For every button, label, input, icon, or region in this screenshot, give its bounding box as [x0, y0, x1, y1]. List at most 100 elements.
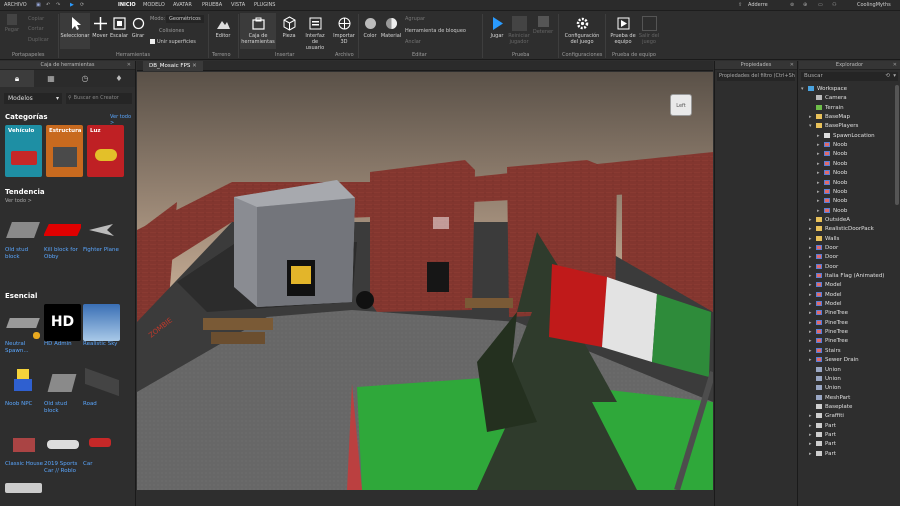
help-icon[interactable]: ⊚ — [790, 2, 794, 8]
essential-item-spawn[interactable] — [5, 304, 42, 341]
trending-see-all[interactable]: Ver todo > — [5, 198, 32, 204]
essential-item-realistic-sky[interactable] — [83, 304, 120, 341]
explorer-item[interactable]: Camera — [801, 94, 847, 103]
explorer-item[interactable]: ▸ RealisticDoorPack — [801, 225, 874, 234]
chevron-right-icon[interactable]: ▸ — [809, 431, 816, 440]
chevron-right-icon[interactable]: ▸ — [817, 160, 824, 169]
explorer-item[interactable]: ▸ Noob — [801, 188, 847, 197]
explorer-item[interactable]: ▸ SpawnLocation — [801, 132, 875, 141]
explorer-search[interactable]: Buscar ⟲ ▾ — [801, 72, 898, 81]
essential-label[interactable]: Neutral Spawn... — [5, 341, 43, 355]
chat-icon[interactable]: ▭ — [818, 2, 823, 8]
lock-tool-button[interactable]: Herramienta de bloqueo — [405, 28, 466, 34]
explorer-item[interactable]: ▸ Noob — [801, 179, 847, 188]
join-surfaces-toggle[interactable]: Unir superficies — [150, 39, 196, 45]
reset-player-button[interactable]: Reiniciar jugador — [508, 16, 530, 45]
undo-icon[interactable]: ↶ — [46, 2, 50, 8]
essential-label[interactable]: Classic House — [5, 461, 43, 468]
essential-label[interactable]: HD Admin — [44, 341, 82, 348]
material-button[interactable]: Material — [380, 16, 402, 39]
chevron-right-icon[interactable]: ▸ — [817, 197, 824, 206]
chevron-right-icon[interactable]: ▸ — [809, 328, 816, 337]
explorer-item[interactable]: ▸ PineTree — [801, 319, 848, 328]
explorer-item[interactable]: Union — [801, 384, 841, 393]
recent-tab[interactable]: ◷ — [68, 70, 102, 87]
scale-tool-button[interactable]: Escalar — [110, 16, 128, 39]
share-icon[interactable]: ⇪ — [738, 2, 742, 8]
chevron-right-icon[interactable]: ▸ — [809, 235, 816, 244]
close-icon[interactable]: ✕ — [790, 61, 794, 70]
chevron-down-icon[interactable]: ▾ — [801, 85, 808, 94]
chevron-right-icon[interactable]: ▸ — [817, 141, 824, 150]
chevron-right-icon[interactable]: ▸ — [809, 272, 816, 281]
explorer-item[interactable]: Union — [801, 366, 841, 375]
tab-avatar[interactable]: AVATAR — [173, 2, 192, 8]
move-tool-button[interactable]: Mover — [92, 16, 108, 39]
ui-button[interactable]: Interfaz de usuario — [302, 16, 328, 51]
refresh-icon[interactable]: ⟳ — [80, 2, 84, 8]
explorer-item[interactable]: ▸ Stairs — [801, 347, 841, 356]
tab-vista[interactable]: VISTA — [231, 2, 245, 8]
import3d-button[interactable]: Importar 3D — [332, 16, 356, 45]
chevron-right-icon[interactable]: ▸ — [809, 450, 816, 459]
chevron-right-icon[interactable]: ▸ — [809, 337, 816, 346]
rotate-tool-button[interactable]: Girar — [130, 16, 146, 39]
exit-game-button[interactable]: Salir del juego — [638, 16, 660, 45]
essential-item-road[interactable] — [83, 364, 120, 401]
explorer-item[interactable]: ▸ Door — [801, 253, 838, 262]
chevron-right-icon[interactable]: ▸ — [817, 169, 824, 178]
place-tab[interactable]: DB_Mosaic FPS ✕ — [143, 61, 203, 71]
creations-tab[interactable]: ♦ — [102, 70, 136, 87]
chevron-right-icon[interactable]: ▸ — [809, 356, 816, 365]
chevron-right-icon[interactable]: ▸ — [809, 216, 816, 225]
paste-button[interactable]: Pegar — [4, 14, 20, 33]
explorer-item[interactable]: ▾ BasePlayers — [801, 122, 858, 131]
explorer-item[interactable]: ▸ Noob — [801, 197, 847, 206]
anchor-button[interactable]: Anclar — [405, 39, 421, 45]
explorer-item[interactable]: ▸ PineTree — [801, 337, 848, 346]
trending-item-kill-block[interactable] — [44, 210, 81, 247]
chevron-right-icon[interactable]: ▸ — [809, 113, 816, 122]
share-button[interactable]: Adderre — [748, 2, 768, 8]
chevron-right-icon[interactable]: ▸ — [809, 291, 816, 300]
explorer-item[interactable]: ▸ Part — [801, 422, 836, 431]
chevron-down-icon[interactable]: ▾ — [809, 122, 816, 131]
chevron-right-icon[interactable]: ▸ — [817, 188, 824, 197]
explorer-item[interactable]: ▸ Noob — [801, 141, 847, 150]
save-icon[interactable]: ▣ — [36, 2, 41, 8]
properties-filter-input[interactable]: Propiedades del filtro (Ctrl+Shift+P) — [717, 72, 795, 81]
explorer-item[interactable]: ▸ Walls — [801, 235, 839, 244]
category-dropdown[interactable]: Modelos ▾ — [4, 93, 62, 104]
chevron-right-icon[interactable]: ▸ — [809, 244, 816, 253]
inventory-tab[interactable]: 🔒︎ — [0, 70, 34, 87]
view-cube[interactable]: Left — [670, 94, 692, 116]
explorer-item[interactable]: ▸ PineTree — [801, 309, 848, 318]
essential-item-sports-car[interactable] — [44, 424, 81, 461]
explorer-item[interactable]: ▸ Italia Flag (Animated) — [801, 272, 884, 281]
tab-inicio[interactable]: INICIO — [118, 2, 136, 8]
explorer-item[interactable]: ▸ Noob — [801, 207, 847, 216]
duplicate-button[interactable]: Duplicar — [28, 37, 49, 43]
explorer-item[interactable]: ▸ Part — [801, 431, 836, 440]
explorer-item[interactable]: ▸ Model — [801, 281, 842, 290]
essential-item-more[interactable] — [5, 483, 42, 493]
explorer-item[interactable]: ▸ Noob — [801, 160, 847, 169]
essential-item-car[interactable] — [83, 424, 120, 461]
explorer-item[interactable]: Baseplate — [801, 403, 852, 412]
trending-item-old-stud-block[interactable] — [5, 210, 42, 247]
essential-item-hd-admin[interactable]: HD — [44, 304, 81, 341]
trending-label[interactable]: Kill block for Obby — [44, 247, 84, 261]
marketplace-tab[interactable]: ▦ — [34, 70, 68, 87]
explorer-item[interactable]: ▸ Sewer Drain — [801, 356, 859, 365]
chevron-down-icon[interactable]: ▾ — [893, 72, 896, 81]
explorer-item[interactable]: ▸ Part — [801, 450, 836, 459]
username[interactable]: CoolingMyths — [857, 2, 891, 8]
stop-button[interactable]: Detener — [532, 16, 554, 35]
tab-prueba[interactable]: PRUEBA — [202, 2, 222, 8]
explorer-item[interactable]: MeshPart — [801, 394, 850, 403]
close-icon[interactable]: ✕ — [192, 63, 197, 69]
filter-icon[interactable]: ⟲ — [885, 72, 890, 81]
explorer-item[interactable]: ▸ Door — [801, 263, 838, 272]
explorer-scrollbar[interactable] — [895, 85, 899, 205]
copy-button[interactable]: Copiar — [28, 16, 44, 22]
